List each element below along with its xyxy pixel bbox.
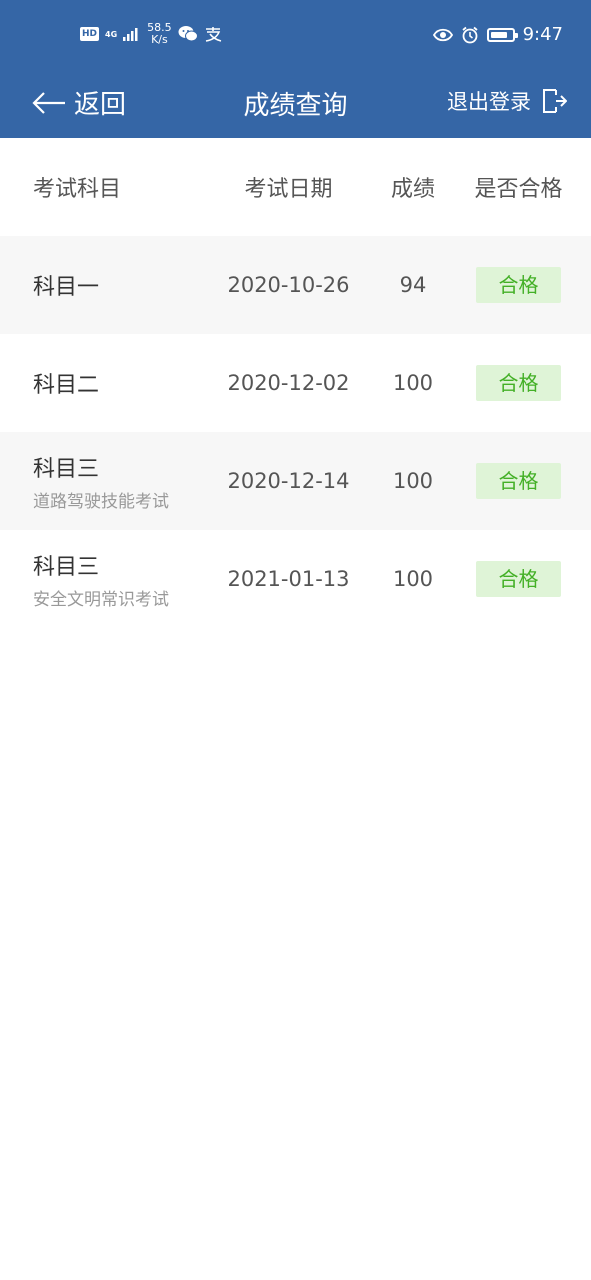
subject-cell: 科目三 安全文明常识考试 bbox=[0, 549, 197, 610]
score-cell: 100 bbox=[392, 371, 434, 395]
subject-name: 科目二 bbox=[33, 373, 100, 398]
table-row: 科目三 安全文明常识考试 2021-01-13 100 合格 bbox=[0, 530, 591, 628]
pass-badge: 合格 bbox=[476, 267, 561, 303]
alarm-icon bbox=[462, 26, 478, 43]
status-left: HD 4G 58.5 K/s bbox=[80, 22, 222, 46]
header-date: 考试日期 bbox=[244, 177, 333, 202]
eye-icon bbox=[432, 28, 453, 41]
subject-cell: 科目三 道路驾驶技能考试 bbox=[0, 451, 197, 512]
top-bar: HD 4G 58.5 K/s 9:47 返回 成绩查询 退出登录 bbox=[0, 0, 591, 138]
network-speed: 58.5 K/s bbox=[147, 22, 172, 46]
status-time: 9:47 bbox=[522, 24, 563, 45]
subject-cell: 科目二 bbox=[0, 367, 197, 399]
signal-icon bbox=[123, 28, 138, 41]
pass-badge: 合格 bbox=[476, 365, 561, 401]
speed-unit: K/s bbox=[151, 33, 168, 46]
pass-badge: 合格 bbox=[476, 463, 561, 499]
subject-name: 科目三 bbox=[33, 456, 100, 482]
table-row: 科目二 2020-12-02 100 合格 bbox=[0, 334, 591, 432]
logout-button[interactable]: 退出登录 bbox=[447, 86, 567, 116]
status-bar: HD 4G 58.5 K/s 9:47 bbox=[0, 0, 591, 72]
table-header: 考试科目 考试日期 成绩 是否合格 bbox=[0, 138, 591, 236]
pass-cell: 合格 bbox=[446, 365, 591, 401]
pass-cell: 合格 bbox=[446, 561, 591, 597]
date-cell: 2020-12-14 bbox=[227, 469, 350, 493]
header-pass: 是否合格 bbox=[474, 177, 563, 202]
pass-badge: 合格 bbox=[476, 561, 561, 597]
logout-icon bbox=[543, 89, 567, 113]
subject-name: 科目三 bbox=[33, 554, 100, 580]
subject-cell: 科目一 bbox=[0, 269, 197, 301]
date-cell: 2021-01-13 bbox=[227, 567, 350, 591]
pass-cell: 合格 bbox=[446, 267, 591, 303]
alipay-icon bbox=[205, 27, 221, 42]
subject-note: 安全文明常识考试 bbox=[33, 589, 169, 610]
table-row: 科目三 道路驾驶技能考试 2020-12-14 100 合格 bbox=[0, 432, 591, 530]
score-cell: 94 bbox=[399, 273, 427, 297]
battery-icon bbox=[486, 27, 518, 42]
subject-name: 科目一 bbox=[33, 275, 100, 300]
date-cell: 2020-10-26 bbox=[227, 273, 350, 297]
header-score: 成绩 bbox=[390, 177, 435, 202]
logout-label: 退出登录 bbox=[447, 90, 531, 114]
score-cell: 100 bbox=[392, 469, 434, 493]
header-subject: 考试科目 bbox=[33, 177, 122, 202]
table-row: 科目一 2020-10-26 94 合格 bbox=[0, 236, 591, 334]
nav-bar: 返回 成绩查询 退出登录 bbox=[0, 72, 591, 138]
status-right: 9:47 bbox=[432, 24, 563, 45]
battery-level bbox=[490, 31, 508, 38]
date-cell: 2020-12-02 bbox=[227, 371, 350, 395]
score-cell: 100 bbox=[392, 567, 434, 591]
subject-note: 道路驾驶技能考试 bbox=[33, 491, 169, 512]
wechat-icon bbox=[178, 26, 198, 42]
network-type: 4G bbox=[105, 29, 118, 39]
hd-badge: HD bbox=[80, 27, 100, 41]
pass-cell: 合格 bbox=[446, 463, 591, 499]
